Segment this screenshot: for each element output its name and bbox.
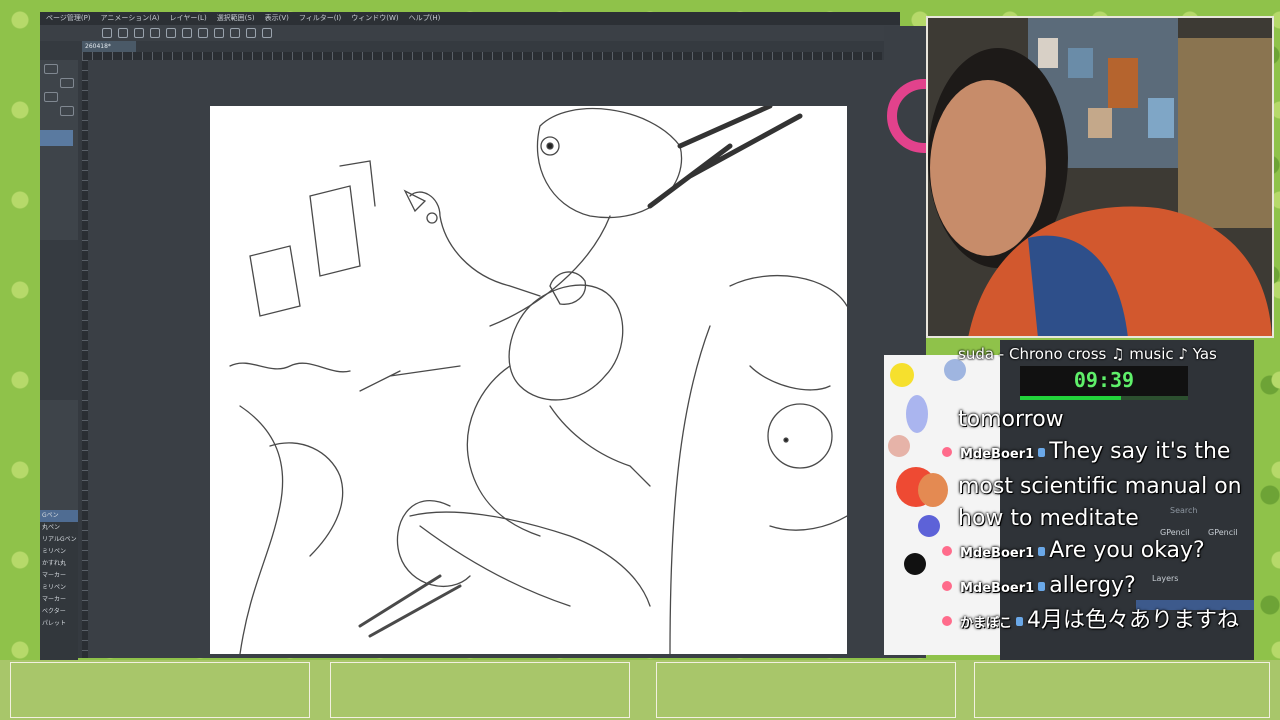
overlay-frame [656, 662, 956, 718]
document-tab[interactable]: 260418* [82, 41, 136, 52]
chat-text: 4月は色々ありますね [1027, 608, 1240, 633]
chat-overlay: tomorrow MdeBoer1 They say it's the most … [942, 404, 1258, 640]
chat-username: MdeBoer1 [960, 447, 1035, 462]
redo-icon[interactable] [166, 28, 176, 38]
pen-tool-icon[interactable] [60, 106, 74, 116]
chat-badge-icon [942, 546, 952, 556]
brush-item[interactable]: マーカー [40, 570, 78, 582]
chat-badge-icon [942, 581, 952, 591]
timer-progress-fill [1020, 396, 1121, 400]
open-file-icon[interactable] [118, 28, 128, 38]
clear-icon[interactable] [198, 28, 208, 38]
brush-item[interactable]: 丸ペン [40, 522, 78, 534]
menu-animation[interactable]: アニメーション(A) [101, 12, 160, 25]
save-icon[interactable] [134, 28, 144, 38]
command-bar [40, 25, 900, 41]
subscriber-icon [1038, 546, 1046, 556]
chat-username: MdeBoer1 [960, 581, 1035, 596]
sketch-drawing [229, 106, 847, 654]
paint-swatch[interactable] [890, 363, 914, 387]
menu-filter[interactable]: フィルター(I) [299, 12, 341, 25]
select-tool-icon[interactable] [44, 92, 58, 102]
ruler-icon[interactable] [246, 28, 256, 38]
menu-help[interactable]: ヘルプ(H) [409, 12, 441, 25]
chat-badge-icon [942, 616, 952, 626]
brush-item[interactable]: リアルGペン [40, 534, 78, 546]
paint-swatch[interactable] [904, 553, 926, 575]
brush-item[interactable]: ベクター [40, 606, 78, 618]
now-playing-ticker: suda - Chrono cross ♫ music ♪ Yas [958, 345, 1217, 363]
brush-item[interactable]: パレット [40, 618, 78, 630]
chat-username: MdeBoer1 [960, 546, 1035, 561]
timer-progress-bar [1020, 396, 1188, 400]
chat-text: tomorrow [958, 407, 1064, 432]
settings-icon[interactable] [182, 28, 192, 38]
snap-icon[interactable] [262, 28, 272, 38]
chat-badge-icon [942, 447, 952, 457]
overlay-frame [10, 662, 310, 718]
subscriber-icon [1038, 581, 1046, 591]
transform-icon[interactable] [230, 28, 240, 38]
active-tool-highlight[interactable] [40, 130, 73, 146]
new-file-icon[interactable] [102, 28, 112, 38]
fill-icon[interactable] [214, 28, 224, 38]
chat-message: MdeBoer1 They say it's the most scientifi… [942, 436, 1258, 535]
chat-message: MdeBoer1 allergy? [942, 570, 1258, 605]
paint-swatch[interactable] [918, 515, 940, 537]
undo-icon[interactable] [150, 28, 160, 38]
move-tool-icon[interactable] [60, 78, 74, 88]
menu-page[interactable]: ページ管理(P) [46, 12, 91, 25]
brush-item[interactable]: Gペン [40, 510, 78, 522]
overlay-frame [974, 662, 1270, 718]
timer-widget: 09:39 [1020, 366, 1188, 400]
paint-swatch[interactable] [906, 395, 928, 433]
paint-swatch[interactable] [918, 473, 948, 507]
streamer-video [928, 18, 1272, 336]
menu-selection[interactable]: 選択範囲(S) [217, 12, 255, 25]
paint-swatch[interactable] [888, 435, 910, 457]
tool-property-panel [40, 240, 78, 400]
drawing-canvas[interactable] [210, 106, 847, 654]
tool-palette: Gペン 丸ペン リアルGペン ミリペン かすれ丸 マーカー ミリペン マーカー … [40, 60, 78, 660]
menu-layer[interactable]: レイヤー(L) [170, 12, 207, 25]
menu-bar: ページ管理(P) アニメーション(A) レイヤー(L) 選択範囲(S) 表示(V… [40, 12, 900, 25]
brush-item[interactable]: マーカー [40, 594, 78, 606]
brush-item[interactable]: ミリペン [40, 546, 78, 558]
chat-message: かまぼこ 4月は色々ありますね [942, 605, 1258, 640]
sub-tool-list: Gペン 丸ペン リアルGペン ミリペン かすれ丸 マーカー ミリペン マーカー … [40, 510, 78, 660]
chat-message: tomorrow [958, 404, 1258, 436]
menu-window[interactable]: ウィンドウ(W) [351, 12, 398, 25]
subscriber-icon [1016, 616, 1024, 626]
chat-username: かまぼこ [960, 616, 1013, 631]
countdown-timer: 09:39 [1073, 368, 1135, 392]
brush-item[interactable]: ミリペン [40, 582, 78, 594]
horizontal-ruler [82, 52, 882, 60]
zoom-tool-icon[interactable] [44, 64, 58, 74]
menu-view[interactable]: 表示(V) [265, 12, 289, 25]
overlay-frame [330, 662, 630, 718]
color-wheel-icon[interactable] [884, 26, 961, 186]
chat-text: allergy? [1049, 573, 1136, 598]
chat-text: Are you okay? [1049, 538, 1205, 563]
chat-message: MdeBoer1 Are you okay? [942, 535, 1258, 570]
subscriber-icon [1038, 447, 1046, 457]
webcam-feed [926, 16, 1274, 338]
brush-item[interactable]: かすれ丸 [40, 558, 78, 570]
